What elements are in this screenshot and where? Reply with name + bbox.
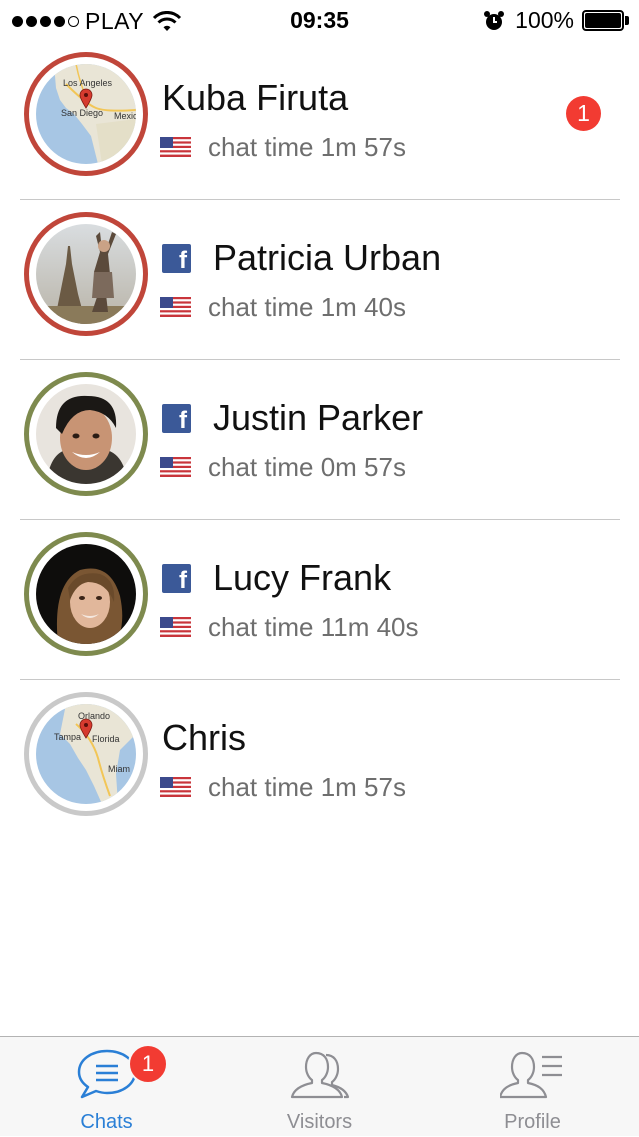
photo-avatar bbox=[36, 544, 136, 644]
us-flag-icon bbox=[160, 457, 191, 477]
facebook-icon: f bbox=[162, 243, 191, 273]
avatar bbox=[24, 532, 148, 656]
time-line: chat time 0m 57s bbox=[160, 452, 406, 482]
map-label: Tampa bbox=[54, 732, 81, 742]
name-line: Kuba Firuta bbox=[162, 76, 348, 120]
unread-badge: 1 bbox=[566, 96, 601, 131]
status-bar: PLAY 09:35 100% bbox=[0, 0, 639, 40]
avatar bbox=[24, 372, 148, 496]
tab-badge: 1 bbox=[128, 1044, 168, 1084]
map-label: Mexic bbox=[114, 111, 136, 121]
battery-percent: 100% bbox=[515, 7, 574, 33]
tab-bar: 1 Chats Visitors Profile bbox=[0, 1036, 639, 1136]
map-avatar: Los Angeles San Diego Mexic bbox=[36, 64, 136, 164]
name-line: Chris bbox=[162, 716, 246, 760]
tab-label: Profile bbox=[504, 1111, 561, 1133]
chat-time: chat time 1m 40s bbox=[208, 291, 406, 322]
contact-name: Justin Parker bbox=[213, 397, 424, 438]
chat-row[interactable]: f Lucy Frank chat time 11m 40s bbox=[0, 520, 639, 680]
name-line: f Patricia Urban bbox=[162, 236, 441, 280]
us-flag-icon bbox=[160, 777, 191, 797]
name-line: f Lucy Frank bbox=[162, 556, 391, 600]
time-line: chat time 1m 57s bbox=[160, 132, 406, 162]
avatar: Los Angeles San Diego Mexic bbox=[24, 52, 148, 176]
avatar: Orlando Tampa Florida Miam bbox=[24, 692, 148, 816]
chat-time: chat time 0m 57s bbox=[208, 451, 406, 482]
name-line: f Justin Parker bbox=[162, 396, 423, 440]
us-flag-icon bbox=[160, 617, 191, 637]
us-flag-icon bbox=[160, 297, 191, 317]
tab-label: Visitors bbox=[286, 1111, 353, 1133]
contact-name: Lucy Frank bbox=[213, 557, 392, 598]
status-bar-right: 100% bbox=[483, 7, 629, 34]
tab-profile[interactable]: Profile bbox=[426, 1037, 639, 1137]
time-line: chat time 1m 57s bbox=[160, 772, 406, 802]
profile-icon bbox=[499, 1051, 562, 1099]
contact-name: Chris bbox=[162, 717, 247, 758]
contact-name: Patricia Urban bbox=[213, 237, 442, 278]
chat-bubble-icon bbox=[77, 1049, 136, 1099]
battery-icon bbox=[582, 10, 629, 31]
alarm-icon bbox=[484, 10, 505, 30]
chat-time: chat time 11m 40s bbox=[208, 611, 419, 642]
chat-time: chat time 1m 57s bbox=[208, 131, 406, 162]
map-label: San Diego bbox=[61, 108, 103, 118]
chat-row[interactable]: f Justin Parker chat time 0m 57s bbox=[0, 360, 639, 520]
chat-time: chat time 1m 57s bbox=[208, 771, 406, 802]
photo-avatar bbox=[36, 224, 136, 324]
contact-name: Kuba Firuta bbox=[162, 77, 349, 118]
facebook-icon: f bbox=[162, 403, 191, 433]
us-flag-icon bbox=[160, 137, 191, 157]
chat-row[interactable]: f Patricia Urban chat time 1m 40s bbox=[0, 200, 639, 360]
time-line: chat time 11m 40s bbox=[160, 612, 419, 642]
avatar bbox=[24, 212, 148, 336]
map-label: Los Angeles bbox=[63, 78, 113, 88]
chat-list: Los Angeles San Diego Mexic Kuba Firuta bbox=[0, 40, 639, 840]
chat-row[interactable]: Los Angeles San Diego Mexic Kuba Firuta bbox=[0, 40, 639, 200]
tab-label: Chats bbox=[80, 1111, 133, 1133]
map-label: Miam bbox=[108, 764, 130, 774]
visitors-icon bbox=[290, 1051, 349, 1099]
time-line: chat time 1m 40s bbox=[160, 292, 406, 322]
tab-visitors[interactable]: Visitors bbox=[213, 1037, 426, 1137]
tab-chats[interactable]: 1 Chats bbox=[0, 1037, 213, 1137]
chat-row[interactable]: Orlando Tampa Florida Miam Chris chat ti… bbox=[0, 680, 639, 840]
map-avatar: Orlando Tampa Florida Miam bbox=[36, 704, 136, 804]
facebook-icon: f bbox=[162, 563, 191, 593]
map-label: Florida bbox=[92, 734, 120, 744]
photo-avatar bbox=[36, 384, 136, 484]
